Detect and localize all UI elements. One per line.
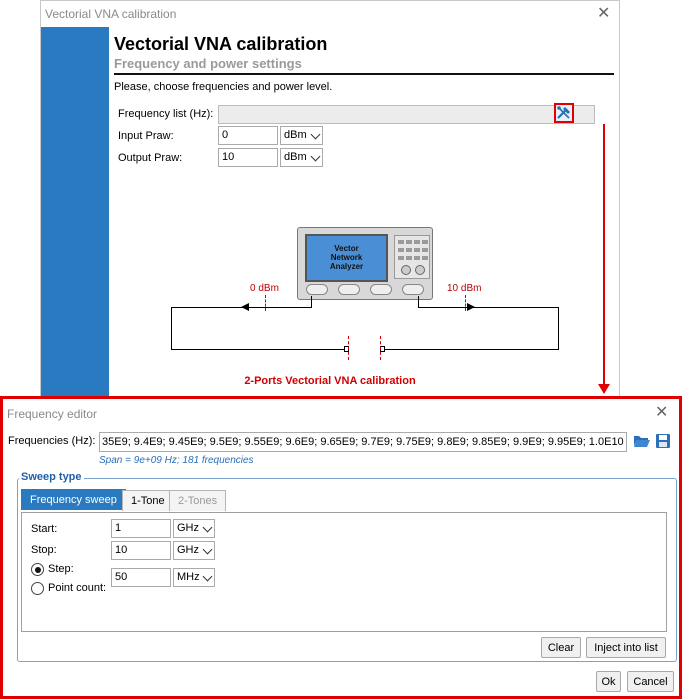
point-count-label: Point count:	[48, 582, 107, 594]
port2-lead	[418, 296, 419, 307]
vna-keypad	[394, 235, 430, 279]
vna-port-1	[306, 284, 328, 295]
port1-lead	[311, 296, 312, 307]
frequency-list-field[interactable]	[218, 105, 595, 124]
frequency-list-label: Frequency list (Hz):	[118, 108, 214, 120]
tab-2-tones[interactable]: 2-Tones	[169, 490, 227, 511]
page-subtitle: Frequency and power settings	[114, 56, 302, 71]
close-icon[interactable]: ✕	[655, 405, 668, 421]
vna-port-2	[402, 284, 424, 295]
tab-1-tone[interactable]: 1-Tone	[122, 490, 174, 511]
input-power-unit: dBm	[284, 129, 307, 141]
port2-cable-bottom	[382, 349, 559, 350]
start-unit-select[interactable]: GHz	[173, 519, 215, 538]
vna-port-aux2	[370, 284, 392, 295]
inject-into-list-button[interactable]: Inject into list	[586, 637, 666, 658]
save-file-button[interactable]	[655, 433, 671, 449]
output-power-field[interactable]: 10	[218, 148, 278, 167]
stop-unit-select[interactable]: GHz	[173, 541, 215, 560]
open-file-button[interactable]	[633, 433, 651, 449]
start-label: Start:	[31, 523, 58, 535]
frequency-sweep-panel: Start: 1 GHz Stop: 10 GHz Step: Point co…	[21, 512, 667, 632]
arrow-down-icon	[598, 384, 610, 394]
window-title: Vectorial VNA calibration	[45, 7, 177, 21]
callout-connector	[603, 124, 605, 386]
arrow-left-icon	[241, 303, 249, 311]
frequencies-label: Frequencies (Hz):	[8, 435, 96, 447]
input-power-label: Input Praw:	[118, 130, 174, 142]
stop-field[interactable]: 10	[111, 541, 171, 560]
start-field[interactable]: 1	[111, 519, 171, 538]
input-power-unit-select[interactable]: dBm	[280, 126, 323, 145]
ok-button[interactable]: Ok	[596, 671, 621, 692]
output-power-unit-select[interactable]: dBm	[280, 148, 323, 167]
title-bar: Vectorial VNA calibration ✕	[41, 1, 619, 27]
vna-instrument: Vector Network Analyzer	[297, 227, 433, 300]
port1-cable-bottom	[171, 349, 347, 350]
vna-screen: Vector Network Analyzer	[305, 234, 388, 282]
input-power-field[interactable]: 0	[218, 126, 278, 145]
stop-label: Stop:	[31, 544, 57, 556]
step-field[interactable]: 50	[111, 568, 171, 587]
frequency-editor-button[interactable]	[554, 103, 574, 123]
port2-cable-side	[558, 307, 559, 349]
chevron-down-icon	[310, 129, 321, 140]
start-unit: GHz	[177, 522, 199, 534]
dut-ref-plane-1	[348, 336, 349, 360]
port1-power-label: 0 dBm	[250, 283, 279, 294]
output-power-unit: dBm	[284, 151, 307, 163]
frequency-tool-icon	[557, 106, 570, 119]
vna-port-aux	[338, 284, 360, 295]
output-power-label: Output Praw:	[118, 152, 183, 164]
point-count-radio[interactable]	[31, 582, 44, 595]
chevron-down-icon	[202, 571, 213, 582]
clear-button[interactable]: Clear	[541, 637, 581, 658]
port1-ref-plane	[265, 295, 266, 311]
calibration-window: Vectorial VNA calibration ✕ Vectorial VN…	[40, 0, 620, 401]
save-icon	[656, 434, 670, 448]
wizard-sidebar	[41, 27, 109, 401]
vna-label: Vector Network Analyzer	[329, 244, 364, 271]
port2-ref-plane	[465, 295, 466, 311]
heading-divider	[114, 73, 614, 75]
frequencies-field[interactable]: 35E9; 9.4E9; 9.45E9; 9.5E9; 9.55E9; 9.6E…	[99, 432, 627, 452]
chevron-down-icon	[202, 522, 213, 533]
page-title: Vectorial VNA calibration	[114, 34, 328, 54]
close-icon[interactable]: ✕	[597, 6, 610, 22]
tab-frequency-sweep[interactable]: Frequency sweep	[21, 489, 126, 510]
folder-open-icon	[634, 436, 650, 447]
step-radio[interactable]	[31, 563, 44, 576]
port2-cable-top	[418, 307, 559, 308]
step-unit: MHz	[177, 571, 200, 583]
port2-power-label: 10 dBm	[447, 283, 482, 294]
port1-cable-side	[171, 307, 172, 349]
chevron-down-icon	[310, 151, 321, 162]
chevron-down-icon	[202, 544, 213, 555]
stop-unit: GHz	[177, 544, 199, 556]
diagram-caption: 2-Ports Vectorial VNA calibration	[244, 375, 416, 387]
dut-ref-plane-2	[380, 336, 381, 360]
step-label: Step:	[48, 563, 74, 575]
step-unit-select[interactable]: MHz	[173, 568, 215, 587]
sweep-type-title: Sweep type	[19, 471, 84, 483]
cancel-button[interactable]: Cancel	[627, 671, 674, 692]
frequency-editor-dialog: Frequency editor ✕ Frequencies (Hz): 35E…	[0, 396, 682, 699]
span-info: Span = 9e+09 Hz; 181 frequencies	[99, 455, 254, 466]
arrow-right-icon	[467, 303, 475, 311]
instruction-text: Please, choose frequencies and power lev…	[114, 81, 333, 93]
dialog-title: Frequency editor	[7, 407, 98, 421]
